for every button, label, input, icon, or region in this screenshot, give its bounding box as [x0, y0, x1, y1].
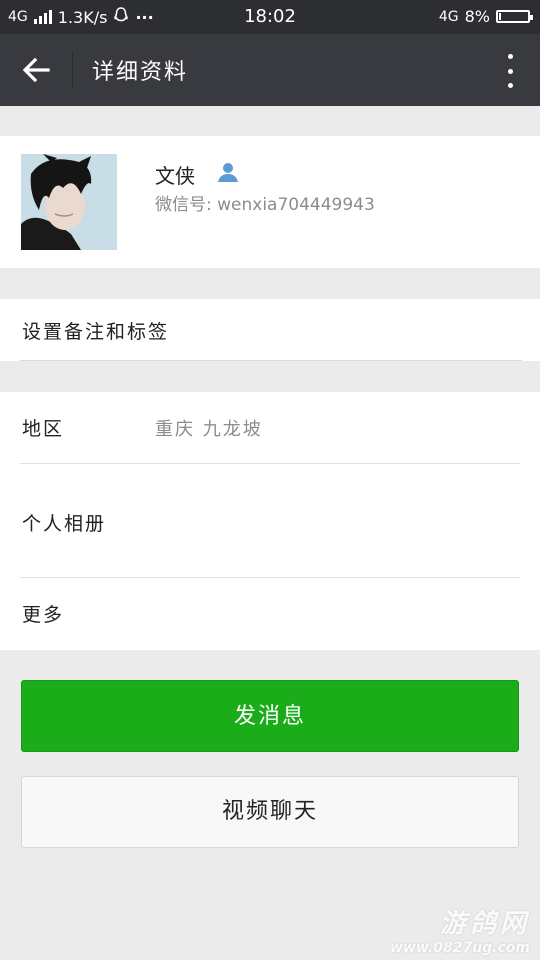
battery-icon [496, 10, 533, 23]
watermark-url: www.0827ug.com [390, 940, 530, 956]
more-vertical-icon[interactable] [504, 54, 516, 88]
contact-name: 文侠 [155, 164, 195, 188]
person-icon [216, 160, 240, 184]
send-message-button[interactable]: 发消息 [21, 680, 519, 752]
video-chat-button[interactable]: 视频聊天 [21, 776, 519, 848]
top-app-bar: 详细资料 [0, 34, 540, 106]
more-row[interactable]: 更多 [0, 578, 540, 650]
arrow-left-icon[interactable] [18, 54, 54, 86]
details-card: 地区 重庆 九龙坡 个人相册 更多 [0, 392, 540, 650]
personal-album-label: 个人相册 [22, 513, 107, 535]
row-divider [20, 360, 522, 361]
region-label: 地区 [22, 418, 65, 440]
region-row: 地区 重庆 九龙坡 [0, 392, 540, 464]
network-type-label-right: 4G [438, 8, 459, 25]
set-remark-tags-row[interactable]: 设置备注和标签 [0, 299, 540, 361]
set-remark-tags-label: 设置备注和标签 [22, 321, 170, 343]
watermark-text: 游鸽网 [439, 909, 530, 939]
avatar[interactable] [21, 154, 117, 250]
status-bar: 4G 1.3K/s ··· 18:02 4G 8% [0, 0, 540, 34]
personal-album-row[interactable]: 个人相册 [0, 464, 540, 578]
page-title: 详细资料 [92, 60, 189, 85]
watermark-logo: 游鸽网 www.0827ug.com [360, 903, 530, 956]
region-value: 重庆 九龙坡 [155, 419, 263, 440]
header-divider [72, 52, 73, 88]
wechat-id: 微信号: wenxia704449943 [155, 195, 375, 215]
profile-card[interactable]: 文侠 微信号: wenxia704449943 [0, 136, 540, 268]
battery-percent: 8% [464, 7, 490, 26]
more-label: 更多 [22, 604, 65, 626]
